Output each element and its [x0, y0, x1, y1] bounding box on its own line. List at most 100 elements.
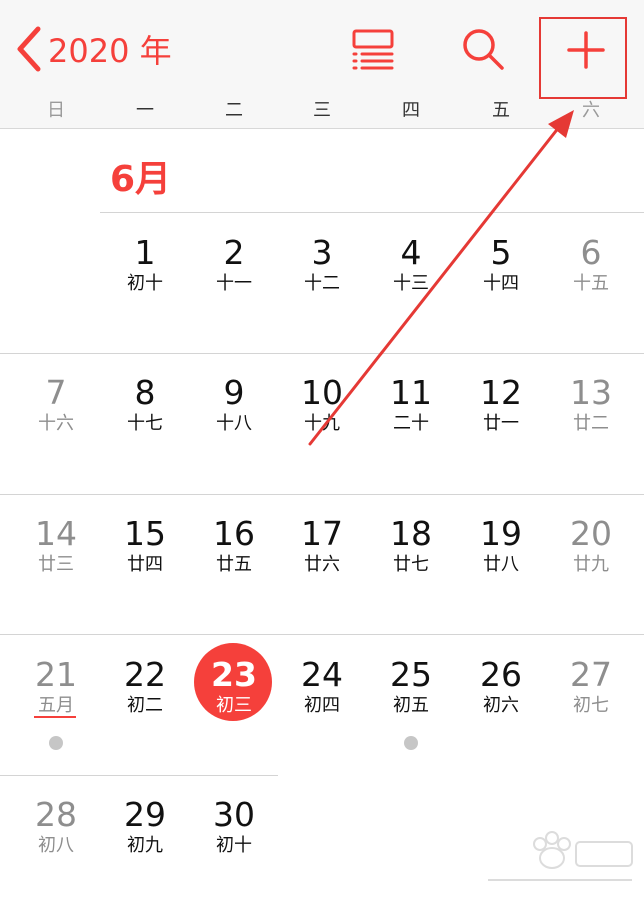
- add-event-button[interactable]: [566, 30, 606, 70]
- lunar-date: 初十: [127, 273, 163, 294]
- day-cell-20[interactable]: 20 廿九: [551, 516, 631, 626]
- plus-icon: [566, 30, 606, 70]
- weekday-sun: 日: [47, 100, 65, 121]
- lunar-date: 初五: [393, 695, 429, 716]
- lunar-date: 初二: [127, 695, 163, 716]
- day-number: 17: [301, 514, 343, 553]
- lunar-date: 十八: [216, 413, 252, 434]
- day-number: 12: [480, 373, 522, 412]
- weekday-wed: 三: [313, 100, 331, 121]
- month-title: 6月: [110, 159, 172, 200]
- day-cell-21[interactable]: 21 五月: [16, 657, 96, 767]
- day-number: 3: [311, 233, 333, 272]
- weekday-fri: 五: [492, 100, 510, 121]
- row-divider: [0, 775, 278, 776]
- day-number: 29: [124, 795, 166, 834]
- day-number: 2: [223, 233, 245, 272]
- day-number: 28: [35, 795, 77, 834]
- lunar-date: 十五: [573, 273, 609, 294]
- day-cell-14[interactable]: 14 廿三: [16, 516, 96, 626]
- lunar-date: 初十: [216, 835, 252, 856]
- day-number: 26: [480, 655, 522, 694]
- day-cell-12[interactable]: 12 廿一: [461, 375, 541, 485]
- weekday-header: 日 一 二 三 四 五 六: [0, 96, 644, 126]
- lunar-date: 五月: [38, 695, 74, 716]
- lunar-date: 廿七: [393, 554, 429, 575]
- day-cell-23-today[interactable]: 23 初三: [194, 657, 274, 767]
- day-cell-8[interactable]: 8 十七: [105, 375, 185, 485]
- day-cell-10[interactable]: 10 十九: [282, 375, 362, 485]
- day-cell-22[interactable]: 22 初二: [105, 657, 185, 767]
- lunar-date: 十一: [216, 273, 252, 294]
- navigation-bar: 2020 年 日 一 二 三 四 五 六: [0, 0, 644, 129]
- day-cell-28[interactable]: 28 初八: [16, 797, 96, 907]
- lunar-date: 十二: [304, 273, 340, 294]
- day-number: 4: [400, 233, 422, 272]
- day-cell-29[interactable]: 29 初九: [105, 797, 185, 907]
- weekday-thu: 四: [402, 100, 420, 121]
- lunar-date: 廿六: [304, 554, 340, 575]
- day-cell-7[interactable]: 7 十六: [16, 375, 96, 485]
- day-number: 14: [35, 514, 77, 553]
- day-cell-30[interactable]: 30 初十: [194, 797, 274, 907]
- day-number: 10: [301, 373, 343, 412]
- lunar-date: 廿八: [483, 554, 519, 575]
- lunar-date: 十四: [483, 273, 519, 294]
- day-cell-5[interactable]: 5 十四: [461, 235, 541, 345]
- day-number: 25: [390, 655, 432, 694]
- lunar-date: 十六: [38, 413, 74, 434]
- day-cell-1[interactable]: 1 初十: [105, 235, 185, 345]
- lunar-date: 初三: [216, 695, 252, 716]
- list-view-button[interactable]: [350, 28, 396, 72]
- day-number: 6: [580, 233, 602, 272]
- day-number: 20: [570, 514, 612, 553]
- day-cell-4[interactable]: 4 十三: [371, 235, 451, 345]
- weekday-mon: 一: [136, 100, 154, 121]
- day-cell-9[interactable]: 9 十八: [194, 375, 274, 485]
- day-number: 5: [490, 233, 512, 272]
- lunar-date: 初七: [573, 695, 609, 716]
- day-number: 27: [570, 655, 612, 694]
- day-number: 1: [134, 233, 156, 272]
- lunar-date: 廿四: [127, 554, 163, 575]
- row-divider: [0, 634, 644, 635]
- day-number: 21: [35, 655, 77, 694]
- day-number: 30: [213, 795, 255, 834]
- lunar-date: 廿五: [216, 554, 252, 575]
- lunar-date: 十三: [393, 273, 429, 294]
- day-number: 18: [390, 514, 432, 553]
- day-cell-18[interactable]: 18 廿七: [371, 516, 451, 626]
- back-button[interactable]: 2020 年: [16, 24, 172, 74]
- lunar-date: 十七: [127, 413, 163, 434]
- day-number: 9: [223, 373, 245, 412]
- row-divider: [0, 494, 644, 495]
- day-number: 24: [301, 655, 343, 694]
- event-dot: [404, 736, 418, 750]
- day-cell-19[interactable]: 19 廿八: [461, 516, 541, 626]
- day-cell-11[interactable]: 11 二十: [371, 375, 451, 485]
- search-button[interactable]: [460, 26, 506, 72]
- lunar-date: 初六: [483, 695, 519, 716]
- lunar-date: 初八: [38, 835, 74, 856]
- day-number: 23: [211, 655, 257, 694]
- day-number: 19: [480, 514, 522, 553]
- row-divider: [100, 212, 644, 213]
- day-number: 8: [134, 373, 156, 412]
- day-cell-27[interactable]: 27 初七: [551, 657, 631, 767]
- day-cell-13[interactable]: 13 廿二: [551, 375, 631, 485]
- day-cell-26[interactable]: 26 初六: [461, 657, 541, 767]
- day-cell-6[interactable]: 6 十五: [551, 235, 631, 345]
- lunar-date: 廿一: [483, 413, 519, 434]
- day-cell-3[interactable]: 3 十二: [282, 235, 362, 345]
- lunar-date: 廿三: [38, 554, 74, 575]
- day-cell-15[interactable]: 15 廿四: [105, 516, 185, 626]
- day-cell-17[interactable]: 17 廿六: [282, 516, 362, 626]
- lunar-date: 十九: [304, 413, 340, 434]
- weekday-sat: 六: [582, 100, 600, 121]
- chevron-left-icon: [16, 26, 42, 72]
- day-cell-2[interactable]: 2 十一: [194, 235, 274, 345]
- day-number: 7: [45, 373, 67, 412]
- day-cell-16[interactable]: 16 廿五: [194, 516, 274, 626]
- day-cell-24[interactable]: 24 初四: [282, 657, 362, 767]
- day-cell-25[interactable]: 25 初五: [371, 657, 451, 767]
